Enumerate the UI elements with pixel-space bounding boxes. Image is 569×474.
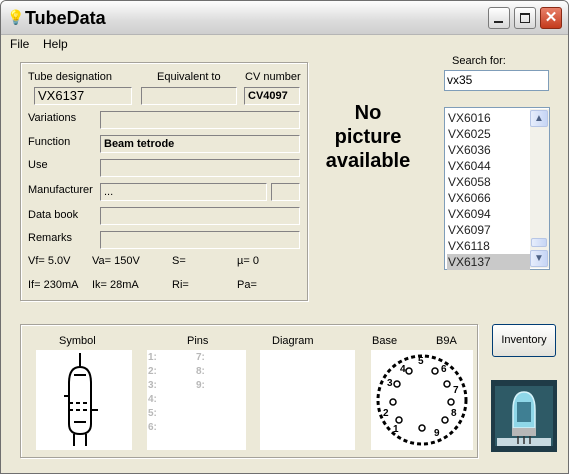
tube-designation-label: Tube designation <box>28 71 112 83</box>
close-button[interactable]: ✕ <box>540 7 562 29</box>
if-value: If= 230mA <box>28 279 79 291</box>
pin-label: 8: <box>196 366 205 377</box>
variations-field[interactable] <box>100 111 300 129</box>
pin-label: 7: <box>196 352 205 363</box>
title-bar[interactable]: 💡 TubeData ✕ <box>1 1 568 35</box>
list-item-selected[interactable]: VX6137 <box>447 254 530 270</box>
pin-label: 2: <box>148 366 157 377</box>
tube-symbol-panel <box>36 350 132 450</box>
pin-label: 4: <box>148 394 157 405</box>
pins-label: Pins <box>187 335 209 347</box>
vf-value: Vf= 5.0V <box>28 255 71 267</box>
base-label: Base <box>372 335 398 347</box>
minimize-icon <box>489 8 509 28</box>
list-item[interactable]: VX6036 <box>447 142 530 158</box>
manufacturer-code-field[interactable] <box>271 183 300 201</box>
pin-label: 3: <box>148 380 157 391</box>
list-item[interactable]: VX6025 <box>447 126 530 142</box>
no-picture-line1: No <box>354 102 382 124</box>
no-picture-text: No picture available <box>311 101 425 173</box>
close-icon: ✕ <box>544 9 558 26</box>
variations-label: Variations <box>28 112 77 124</box>
manufacturer-field[interactable]: ... <box>100 183 267 201</box>
equivalent-field[interactable] <box>141 87 237 105</box>
ik-value: Ik= 28mA <box>92 279 139 291</box>
pin-label: 6: <box>148 422 157 433</box>
cv-number-field[interactable]: CV4097 <box>244 87 300 105</box>
inventory-button[interactable]: Inventory <box>492 324 556 357</box>
search-label: Search for: <box>452 55 506 67</box>
cv-number-label: CV number <box>245 71 301 83</box>
app-window: 💡 TubeData ✕ File Help Tube designation … <box>0 0 569 474</box>
svg-text:7: 7 <box>453 385 459 396</box>
vacuum-tube-logo-icon <box>491 380 557 452</box>
svg-text:3: 3 <box>387 378 393 389</box>
mu-value: µ= 0 <box>237 255 259 267</box>
tube-logo <box>491 380 557 452</box>
list-item[interactable]: VX6118 <box>447 238 530 254</box>
use-label: Use <box>28 159 48 171</box>
base-panel: 5 4 6 3 7 2 8 1 9 <box>371 350 473 450</box>
pa-value: Pa= <box>237 279 257 291</box>
svg-text:9: 9 <box>434 428 440 439</box>
svg-text:4: 4 <box>400 364 406 375</box>
chevron-up-icon: ▲ <box>534 113 544 124</box>
menu-bar: File Help <box>1 35 568 53</box>
search-results-list[interactable]: VX6016 VX6025 VX6036 VX6044 VX6058 VX606… <box>444 107 550 270</box>
maximize-button[interactable] <box>514 7 536 29</box>
scroll-thumb[interactable] <box>531 238 547 247</box>
chevron-down-icon: ▼ <box>534 253 544 264</box>
databook-field[interactable] <box>100 207 300 225</box>
diagram-panel <box>260 350 355 450</box>
tube-base-icon: 5 4 6 3 7 2 8 1 9 <box>376 354 468 446</box>
list-scrollbar[interactable]: ▲ ▼ <box>530 109 549 268</box>
menu-file[interactable]: File <box>10 37 29 51</box>
ri-value: Ri= <box>172 279 189 291</box>
svg-text:8: 8 <box>451 408 457 419</box>
list-item[interactable]: VX6094 <box>447 206 530 222</box>
list-item[interactable]: VX6097 <box>447 222 530 238</box>
scroll-down-button[interactable]: ▼ <box>530 250 548 267</box>
equivalent-label: Equivalent to <box>157 71 221 83</box>
va-value: Va= 150V <box>92 255 140 267</box>
list-item[interactable]: VX6016 <box>447 110 530 126</box>
search-input[interactable]: vx35 <box>444 70 549 91</box>
svg-text:6: 6 <box>441 364 447 375</box>
function-field[interactable]: Beam tetrode <box>100 135 300 153</box>
svg-text:1: 1 <box>393 424 399 435</box>
tube-symbol-icon <box>64 353 98 446</box>
no-picture-line2: picture <box>334 126 402 148</box>
pin-label: 9: <box>196 380 205 391</box>
list-item[interactable]: VX6044 <box>447 158 530 174</box>
databook-label: Data book <box>28 209 79 221</box>
manufacturer-label: Manufacturer <box>28 184 93 196</box>
pin-label: 5: <box>148 408 157 419</box>
lightbulb-icon: 💡 <box>7 9 25 25</box>
maximize-icon <box>515 8 535 28</box>
window-title: TubeData <box>25 8 106 28</box>
function-label: Function <box>28 136 71 148</box>
pins-panel: 1: 2: 3: 4: 5: 6: 7: 8: 9: <box>147 350 246 450</box>
symbol-label: Symbol <box>59 335 96 347</box>
minimize-button[interactable] <box>488 7 510 29</box>
tube-designation-field[interactable]: VX6137 <box>34 87 132 105</box>
remarks-label: Remarks <box>28 232 73 244</box>
s-value: S= <box>172 255 186 267</box>
use-field[interactable] <box>100 159 300 177</box>
base-type-label: B9A <box>436 335 457 347</box>
pin-label: 1: <box>148 352 157 363</box>
diagram-label: Diagram <box>272 335 314 347</box>
svg-text:2: 2 <box>383 408 389 419</box>
remarks-field[interactable] <box>100 231 300 249</box>
list-item[interactable]: VX6058 <box>447 174 530 190</box>
list-item[interactable]: VX6066 <box>447 190 530 206</box>
scroll-up-button[interactable]: ▲ <box>530 110 548 127</box>
menu-help[interactable]: Help <box>43 37 68 51</box>
svg-text:5: 5 <box>418 356 424 367</box>
no-picture-line3: available <box>325 150 411 172</box>
